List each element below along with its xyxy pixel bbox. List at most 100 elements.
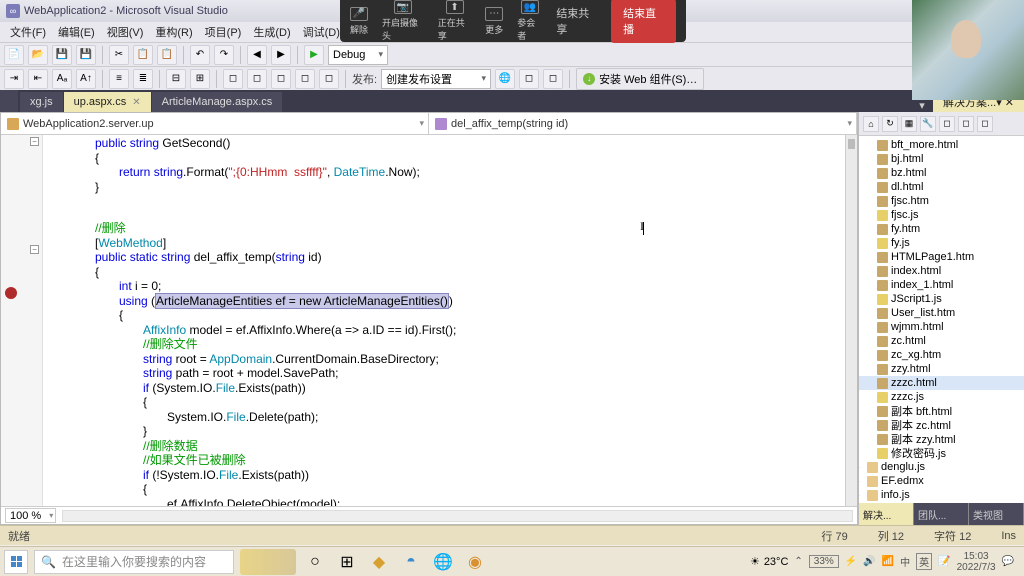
tree-file[interactable]: fjsc.htm [859, 194, 1024, 208]
tray-ime2[interactable]: 📝 [938, 556, 950, 567]
tray-clock[interactable]: 15:03 2022/7/3 [957, 551, 996, 573]
task-cortana[interactable]: ○ [302, 549, 328, 575]
format2[interactable]: ≣ [133, 69, 153, 89]
panel-tab-solution[interactable]: 解决... [859, 503, 914, 525]
tab-xgjs[interactable]: xg.js [20, 92, 63, 112]
a2-btn[interactable]: A↑ [76, 69, 96, 89]
class-combo[interactable]: WebApplication2.server.up [1, 113, 429, 134]
scroll-minimap[interactable] [845, 135, 857, 506]
redo-button[interactable]: ↷ [214, 45, 234, 65]
paste-button[interactable]: 📋 [157, 45, 177, 65]
run-button[interactable]: ▶ [304, 45, 324, 65]
save-button[interactable]: 💾 [52, 45, 72, 65]
tree-file[interactable]: 副本 zzy.html [859, 432, 1024, 446]
sol-b2[interactable]: ◻ [958, 116, 974, 132]
tree-file[interactable]: JScript1.js [859, 292, 1024, 306]
taskbar-weather[interactable]: ☀ 23°C [750, 555, 788, 568]
tree-file[interactable]: 副本 bft.html [859, 404, 1024, 418]
meeting-mute[interactable]: 🎤解除 [350, 7, 368, 36]
method-combo[interactable]: del_affix_temp(string id) [429, 113, 857, 134]
menu-build[interactable]: 生成(D) [247, 22, 296, 42]
cut-button[interactable]: ✂ [109, 45, 129, 65]
new-button[interactable]: 📄 [4, 45, 24, 65]
tray-wifi[interactable]: 📶 [882, 556, 894, 567]
task-app2[interactable]: ◓ [398, 549, 424, 575]
tray-i1[interactable]: ⚡ [845, 556, 857, 567]
copy-button[interactable]: 📋 [133, 45, 153, 65]
undo-button[interactable]: ↶ [190, 45, 210, 65]
file-tree[interactable]: bft_more.htmlbj.htmlbz.htmldl.htmlfjsc.h… [859, 136, 1024, 503]
tree-file[interactable]: zzzc.js [859, 390, 1024, 404]
tree-file[interactable]: bz.html [859, 166, 1024, 180]
task-app1[interactable]: ◆ [366, 549, 392, 575]
tray-i2[interactable]: 🔊 [863, 556, 875, 567]
tree-file[interactable]: bj.html [859, 152, 1024, 166]
btn-x5[interactable]: ◻ [319, 69, 339, 89]
config-combo[interactable]: Debug [328, 45, 388, 65]
sol-b3[interactable]: ◻ [977, 116, 993, 132]
meeting-members[interactable]: 👥参会者 [517, 0, 542, 42]
panel-tab-classview[interactable]: 类视图 [969, 503, 1024, 525]
menu-view[interactable]: 视图(V) [101, 22, 150, 42]
indent-btn[interactable]: ⇥ [4, 69, 24, 89]
pub-b1[interactable]: ◻ [519, 69, 539, 89]
tree-file[interactable]: fy.htm [859, 222, 1024, 236]
sol-refresh[interactable]: ↻ [882, 116, 898, 132]
tree-file[interactable]: dl.html [859, 180, 1024, 194]
tree-folder[interactable]: ▸denglu.js [859, 460, 1024, 474]
task-edge[interactable]: 🌐 [430, 549, 456, 575]
start-button[interactable] [4, 550, 28, 574]
taskbar-search[interactable]: 🔍 在这里输入你要搜索的内容 [34, 550, 234, 574]
comment-btn[interactable]: ⊟ [166, 69, 186, 89]
panel-tab-team[interactable]: 团队... [914, 503, 969, 525]
fold-toggle[interactable]: − [30, 245, 39, 254]
tree-file[interactable]: fy.js [859, 236, 1024, 250]
tree-file[interactable]: bft_more.html [859, 138, 1024, 152]
tree-file[interactable]: zc.html [859, 334, 1024, 348]
web-components-button[interactable]: ↓安装 Web 组件(S)… [576, 68, 704, 90]
outdent-btn[interactable]: ⇤ [28, 69, 48, 89]
tree-file[interactable]: wjmm.html [859, 320, 1024, 334]
tree-folder[interactable]: ▸info.js [859, 488, 1024, 502]
menu-edit[interactable]: 编辑(E) [52, 22, 101, 42]
tree-file[interactable]: User_list.htm [859, 306, 1024, 320]
publish-combo[interactable]: 创建发布设置 [381, 69, 491, 89]
menu-refactor[interactable]: 重构(R) [149, 22, 198, 42]
tree-file[interactable]: fjsc.js [859, 208, 1024, 222]
nav-back[interactable]: ◀ [247, 45, 267, 65]
code-area[interactable]: public string GetSecond() { return strin… [43, 135, 845, 506]
fold-toggle[interactable]: − [30, 137, 39, 146]
tray-up[interactable]: ⌃ [794, 556, 802, 567]
breakpoint-icon[interactable] [5, 287, 17, 299]
meeting-end[interactable]: 结束直播 [611, 0, 676, 43]
tree-file[interactable]: zc_xg.htm [859, 348, 1024, 362]
tab-articlemanage[interactable]: ArticleManage.aspx.cs [152, 92, 283, 112]
meeting-more[interactable]: ⋯更多 [485, 7, 503, 36]
btn-x2[interactable]: ◻ [247, 69, 267, 89]
close-tab-icon[interactable]: ✕ [132, 97, 140, 108]
meeting-sharing[interactable]: ⬆正在共享 [438, 0, 471, 42]
tray-ime[interactable]: 英 [916, 553, 932, 570]
menu-debug[interactable]: 调试(D) [297, 22, 346, 42]
gutter[interactable]: − − [1, 135, 43, 506]
vertical-tool-tab[interactable] [0, 90, 18, 112]
btn-x3[interactable]: ◻ [271, 69, 291, 89]
tab-overflow[interactable]: ▾ [913, 99, 931, 112]
sol-b1[interactable]: ◻ [939, 116, 955, 132]
tray-ime-lang[interactable]: 中 [900, 554, 910, 569]
btn-x4[interactable]: ◻ [295, 69, 315, 89]
task-taskview[interactable]: ⊞ [334, 549, 360, 575]
menu-project[interactable]: 项目(P) [199, 22, 248, 42]
tab-upaspx[interactable]: up.aspx.cs✕ [64, 92, 151, 112]
zoom-combo[interactable]: 100 % [5, 508, 56, 523]
pub-b2[interactable]: ◻ [543, 69, 563, 89]
tray-notif[interactable]: 💬 [1002, 556, 1014, 567]
tree-file[interactable]: HTMLPage1.htm [859, 250, 1024, 264]
sol-home[interactable]: ⌂ [863, 116, 879, 132]
uncomment-btn[interactable]: ⊞ [190, 69, 210, 89]
nav-fwd[interactable]: ▶ [271, 45, 291, 65]
btn-x1[interactable]: ◻ [223, 69, 243, 89]
horizontal-scrollbar[interactable] [62, 510, 853, 522]
sol-prop[interactable]: 🔧 [920, 116, 936, 132]
tree-file[interactable]: index.html [859, 264, 1024, 278]
